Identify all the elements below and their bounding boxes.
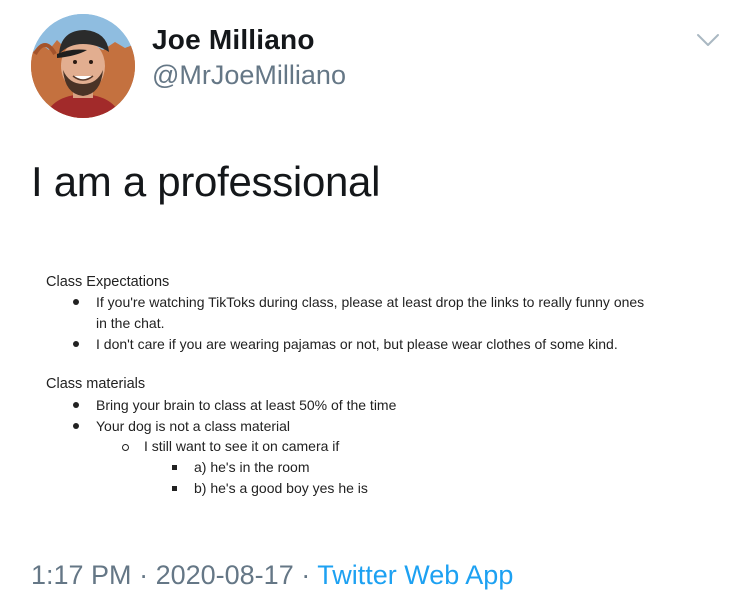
tweet-metadata: 1:17 PM · 2020-08-17 · Twitter Web App [31, 560, 513, 591]
list-item-nested: b) he's a good boy yes he is [194, 480, 368, 496]
attached-document-image[interactable]: Class Expectations If you're watching Ti… [31, 252, 719, 514]
avatar-image [31, 14, 135, 118]
meta-separator: · [301, 560, 311, 590]
chevron-down-icon[interactable] [694, 26, 722, 54]
bullet-disc-icon [73, 402, 79, 408]
list-item: Bring your brain to class at least 50% o… [96, 397, 397, 413]
author-display-name[interactable]: Joe Milliano [152, 24, 315, 56]
bullet-circle-icon [122, 444, 129, 451]
list-item-continuation: in the chat. [96, 315, 165, 331]
meta-separator: · [139, 560, 149, 590]
bullet-disc-icon [73, 423, 79, 429]
section-title: Class Expectations [46, 274, 170, 290]
tweet-time[interactable]: 1:17 PM [31, 560, 132, 590]
bullet-square-icon [172, 486, 177, 491]
list-item: If you're watching TikToks during class,… [96, 294, 645, 310]
list-item: Your dog is not a class material [96, 418, 291, 434]
section-title: Class materials [46, 376, 146, 392]
bullet-disc-icon [73, 299, 79, 305]
list-item-nested: I still want to see it on camera if [144, 438, 340, 454]
tweet-text: I am a professional [31, 158, 381, 205]
list-item-nested: a) he's in the room [194, 459, 310, 475]
tweet-card: Joe Milliano @MrJoeMilliano I am a profe… [0, 0, 750, 598]
list-item: I don't care if you are wearing pajamas … [96, 336, 618, 352]
tweet-source-link[interactable]: Twitter Web App [317, 560, 513, 590]
bullet-square-icon [172, 465, 177, 470]
avatar[interactable] [31, 14, 135, 118]
author-handle[interactable]: @MrJoeMilliano [152, 60, 346, 91]
tweet-date[interactable]: 2020-08-17 [156, 560, 294, 590]
bullet-disc-icon [73, 341, 79, 347]
